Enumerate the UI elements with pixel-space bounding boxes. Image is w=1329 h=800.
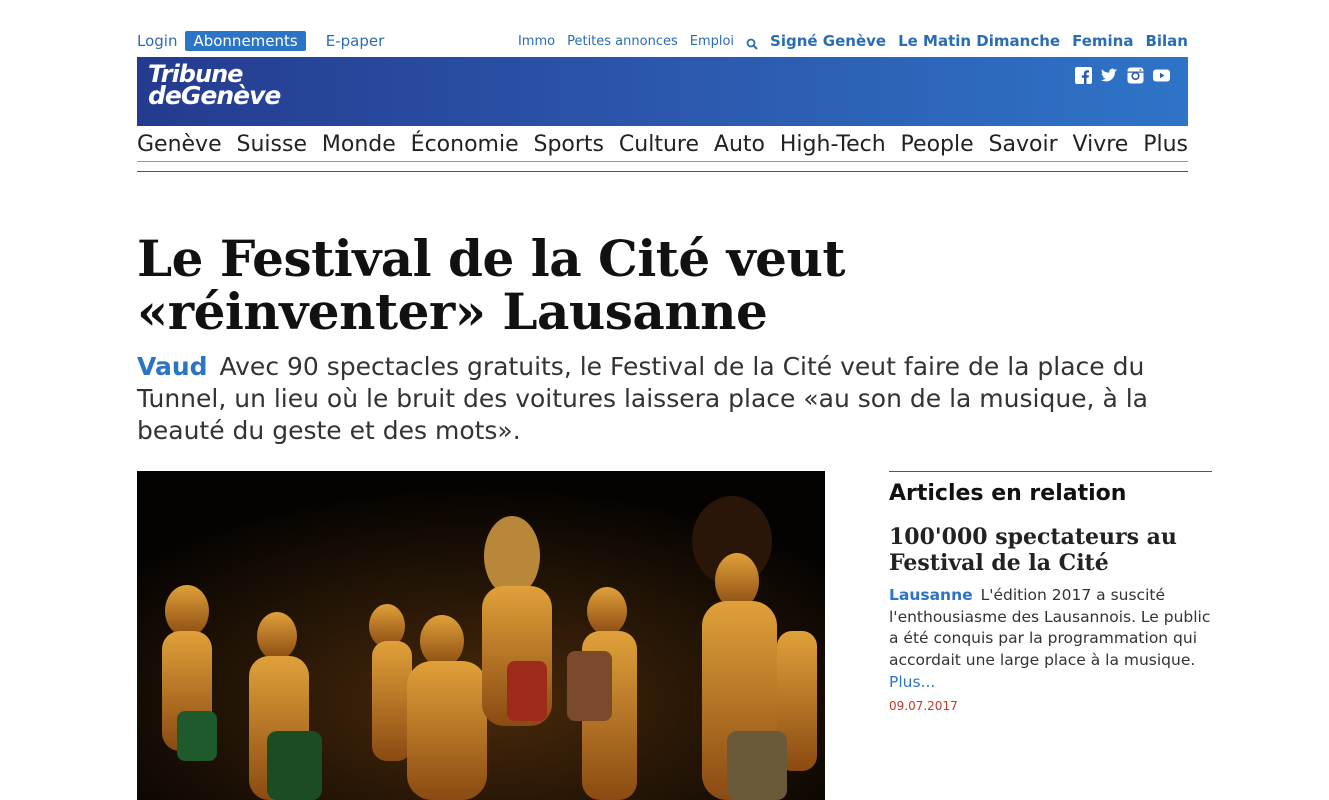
nav-item-geneve[interactable]: Genève — [137, 132, 222, 157]
nav-item-high-tech[interactable]: High-Tech — [780, 132, 886, 157]
nav-item-economie[interactable]: Économie — [411, 132, 519, 157]
article-lead: Vaud Avec 90 spectacles gratuits, le Fes… — [137, 351, 1217, 447]
signe-geneve-link[interactable]: Signé Genève — [770, 32, 886, 50]
petites-annonces-link[interactable]: Petites annonces — [567, 34, 678, 49]
related-article-kicker[interactable]: Lausanne — [889, 586, 973, 604]
article-headline: Le Festival de la Cité veut «réinventer»… — [137, 229, 845, 341]
related-article-title[interactable]: 100'000 spectateurs au Festival de la Ci… — [889, 524, 1189, 576]
related-section-title: Articles en relation — [889, 481, 1127, 506]
nav-item-savoir[interactable]: Savoir — [989, 132, 1058, 157]
instagram-icon[interactable] — [1127, 67, 1144, 84]
masthead: Tribune deGenève — [137, 57, 1188, 126]
article-kicker[interactable]: Vaud — [137, 352, 208, 381]
utility-bar-left: Login Abonnements E-paper — [137, 30, 384, 52]
bilan-link[interactable]: Bilan — [1145, 32, 1188, 50]
related-article-date: 09.07.2017 — [889, 699, 958, 713]
twitter-icon[interactable] — [1101, 67, 1118, 84]
nav-item-plus[interactable]: Plus — [1143, 132, 1188, 157]
immo-link[interactable]: Immo — [518, 34, 555, 49]
subscriptions-button[interactable]: Abonnements — [185, 31, 306, 51]
article-photo[interactable] — [137, 471, 825, 800]
dancers-image — [137, 471, 825, 800]
nav-divider-top — [137, 161, 1188, 162]
epaper-link[interactable]: E-paper — [326, 32, 385, 50]
utility-bar-right: Immo Petites annonces Emploi Signé Genèv… — [506, 30, 1188, 52]
facebook-icon[interactable] — [1075, 67, 1092, 84]
le-matin-dimanche-link[interactable]: Le Matin Dimanche — [898, 32, 1060, 50]
search-icon[interactable] — [746, 35, 758, 50]
site-logo[interactable]: Tribune deGenève — [148, 62, 281, 110]
nav-item-auto[interactable]: Auto — [714, 132, 765, 157]
nav-item-people[interactable]: People — [901, 132, 974, 157]
article-lead-text: Avec 90 spectacles gratuits, le Festival… — [137, 352, 1148, 445]
youtube-icon[interactable] — [1153, 67, 1170, 84]
page: Login Abonnements E-paper Immo Petites a… — [0, 0, 1329, 800]
nav-item-monde[interactable]: Monde — [322, 132, 396, 157]
main-nav: Genève Suisse Monde Économie Sports Cult… — [137, 126, 1188, 162]
social-links — [1075, 67, 1170, 84]
related-article-more-link[interactable]: Plus... — [889, 672, 1219, 694]
nav-item-vivre[interactable]: Vivre — [1073, 132, 1129, 157]
nav-item-suisse[interactable]: Suisse — [237, 132, 307, 157]
femina-link[interactable]: Femina — [1072, 32, 1133, 50]
logo-line-2: deGenève — [148, 81, 281, 110]
nav-divider-bottom — [137, 171, 1188, 172]
nav-item-culture[interactable]: Culture — [619, 132, 699, 157]
nav-item-sports[interactable]: Sports — [534, 132, 605, 157]
related-divider — [889, 471, 1212, 472]
related-article-summary: Lausanne L'édition 2017 a suscité l'enth… — [889, 585, 1219, 694]
emploi-link[interactable]: Emploi — [690, 34, 734, 49]
login-link[interactable]: Login — [137, 32, 177, 50]
